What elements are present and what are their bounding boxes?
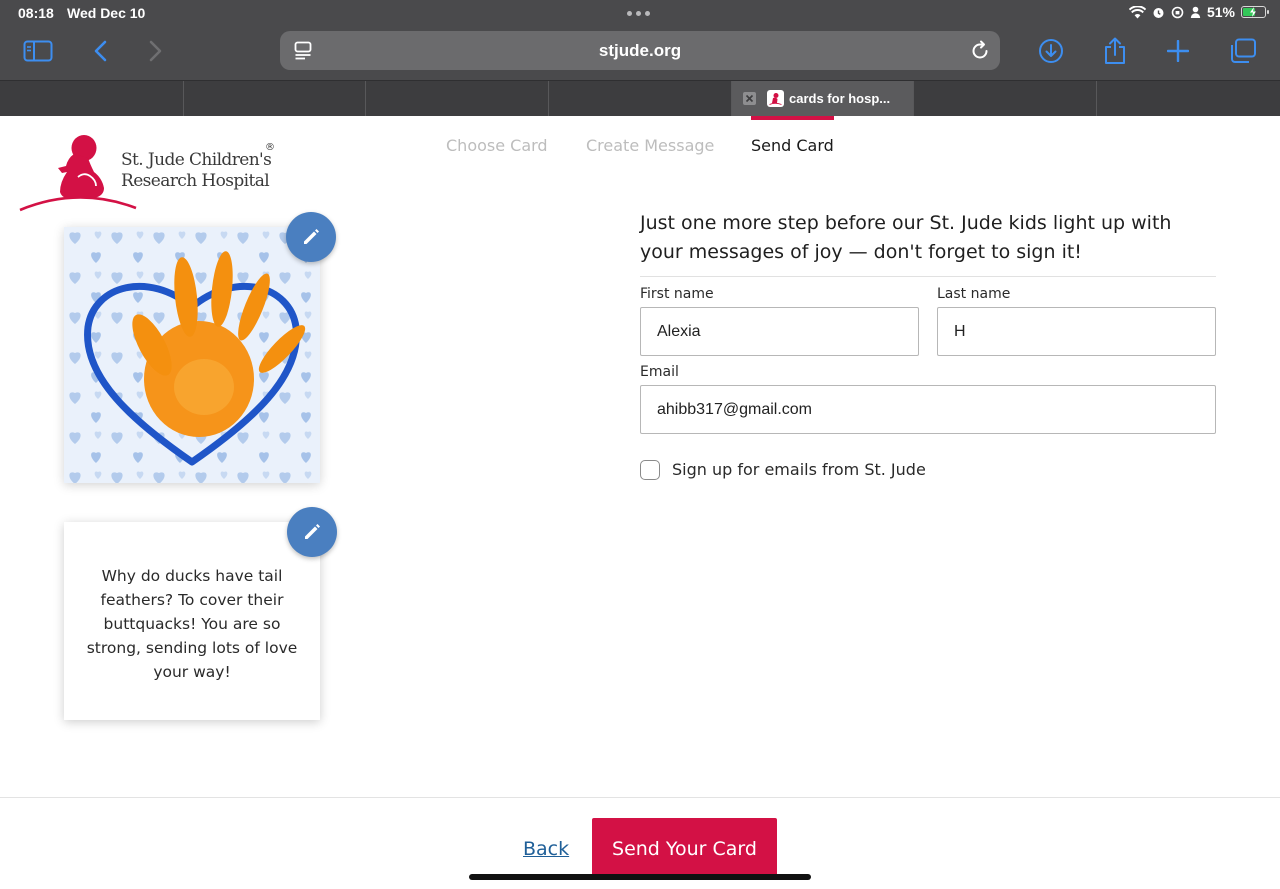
edit-card-image-button[interactable] xyxy=(286,212,336,262)
pencil-icon xyxy=(304,229,319,244)
active-step-indicator xyxy=(751,116,834,120)
email-label: Email xyxy=(640,364,679,380)
logo-text-line2: Research Hospital xyxy=(121,171,270,191)
share-icon[interactable] xyxy=(1098,36,1132,66)
battery-icon xyxy=(1241,6,1269,18)
tab[interactable] xyxy=(549,81,732,116)
orientation-lock-icon xyxy=(1171,6,1184,18)
downloads-icon[interactable] xyxy=(1034,36,1068,66)
first-name-label: First name xyxy=(640,286,714,302)
footer-divider xyxy=(0,797,1280,798)
tab[interactable] xyxy=(1097,81,1280,116)
alarm-icon xyxy=(1153,7,1164,18)
step-choose-card[interactable]: Choose Card xyxy=(446,136,548,155)
card-message-preview: Why do ducks have tail feathers? To cove… xyxy=(64,522,320,720)
tab[interactable] xyxy=(366,81,549,116)
send-card-button[interactable]: Send Your Card xyxy=(592,818,777,880)
last-name-label: Last name xyxy=(937,286,1011,302)
status-date: Wed Dec 10 xyxy=(67,5,146,21)
step-navigation: Choose Card Create Message Send Card xyxy=(0,116,1280,163)
email-field[interactable] xyxy=(640,385,1216,434)
person-icon xyxy=(1190,6,1201,18)
tab[interactable] xyxy=(914,81,1097,116)
pencil-icon xyxy=(305,524,320,539)
tab-active[interactable]: cards for hosp... xyxy=(732,81,914,116)
tab-close-icon[interactable] xyxy=(743,92,756,105)
heading-divider xyxy=(640,276,1216,277)
new-tab-icon[interactable] xyxy=(1161,36,1195,66)
tab[interactable] xyxy=(0,81,184,116)
back-nav-icon[interactable] xyxy=(83,36,117,66)
card-image xyxy=(64,227,320,483)
tab-bar: cards for hosp... xyxy=(0,80,1280,116)
step-create-message[interactable]: Create Message xyxy=(586,136,714,155)
forward-nav-icon[interactable] xyxy=(139,36,173,66)
tab[interactable] xyxy=(184,81,366,116)
first-name-field[interactable] xyxy=(640,307,919,356)
tab-title: cards for hosp... xyxy=(789,91,891,106)
wifi-icon xyxy=(1128,5,1146,18)
last-name-field[interactable] xyxy=(937,307,1216,356)
stjude-favicon-icon xyxy=(767,90,784,107)
address-host: stjude.org xyxy=(598,41,682,60)
battery-percent: 51% xyxy=(1206,4,1235,20)
step-send-card[interactable]: Send Card xyxy=(751,136,834,155)
status-indicators: 51% xyxy=(1128,4,1269,20)
back-link[interactable]: Back xyxy=(523,838,569,860)
email-signup-checkbox[interactable] xyxy=(640,460,660,480)
reload-icon[interactable] xyxy=(970,40,990,61)
email-signup-label[interactable]: Sign up for emails from St. Jude xyxy=(672,460,926,479)
home-indicator[interactable] xyxy=(469,874,811,880)
tab-overview-icon[interactable] xyxy=(1226,36,1260,66)
edit-card-message-button[interactable] xyxy=(287,507,337,557)
browser-toolbar: stjude.org xyxy=(0,26,1280,80)
address-bar[interactable]: stjude.org xyxy=(280,31,1000,70)
sidebar-icon[interactable] xyxy=(21,36,55,66)
form-heading: Just one more step before our St. Jude k… xyxy=(640,212,1172,263)
multitasking-dots-icon[interactable] xyxy=(627,11,650,16)
status-bar: 08:18 Wed Dec 10 51% xyxy=(0,0,1280,26)
status-time: 08:18 xyxy=(18,5,54,21)
